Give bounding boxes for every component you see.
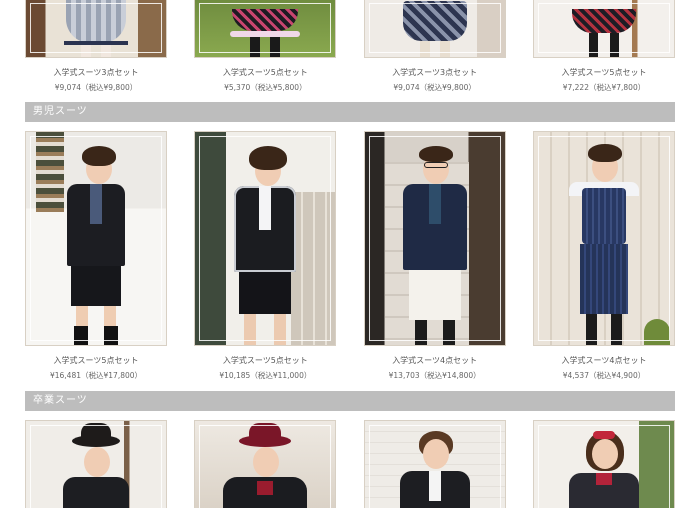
product-card[interactable]: 入学式スーツ4点セット ¥4,537（税込¥4,900） — [532, 131, 675, 381]
product-card[interactable]: 入学式スーツ5点セット ¥5,370（税込¥5,800） — [194, 0, 337, 93]
product-photo[interactable] — [194, 420, 337, 508]
product-photo[interactable] — [25, 420, 167, 508]
product-card[interactable]: 入学式スーツ5点セット ¥16,481（税込¥17,800） — [25, 131, 167, 381]
product-card[interactable] — [194, 420, 337, 508]
product-card[interactable] — [532, 420, 675, 508]
product-price: ¥9,074（税込¥9,800） — [54, 83, 138, 92]
product-photo[interactable] — [363, 0, 506, 58]
product-photo[interactable] — [532, 0, 675, 58]
product-name[interactable]: 入学式スーツ5点セット — [194, 67, 336, 78]
product-name[interactable]: 入学式スーツ5点セット — [194, 355, 336, 366]
product-card[interactable]: 入学式スーツ5点セット ¥10,185（税込¥11,000） — [194, 131, 337, 381]
product-photo[interactable] — [363, 131, 506, 346]
product-price: ¥9,074（税込¥9,800） — [393, 83, 476, 92]
product-row-girls: 入学式スーツ3点セット ¥9,074（税込¥9,800） 入学式スーツ5点セット… — [25, 0, 675, 93]
product-photo[interactable] — [194, 131, 337, 346]
product-photo[interactable] — [363, 420, 506, 508]
section-header-boys-suits: 男児スーツ — [25, 102, 675, 122]
product-name[interactable]: 入学式スーツ5点セット — [533, 67, 675, 78]
product-price: ¥13,703（税込¥14,800） — [388, 371, 481, 380]
product-card[interactable]: 入学式スーツ4点セット ¥13,703（税込¥14,800） — [363, 131, 506, 381]
product-photo[interactable] — [532, 420, 675, 508]
product-price: ¥16,481（税込¥17,800） — [49, 371, 143, 380]
product-price: ¥5,370（税込¥5,800） — [224, 83, 307, 92]
product-name[interactable]: 入学式スーツ3点セット — [25, 67, 167, 78]
product-price: ¥4,537（税込¥4,900） — [562, 371, 646, 380]
product-card[interactable] — [25, 420, 167, 508]
product-card[interactable] — [363, 420, 506, 508]
product-card[interactable]: 入学式スーツ5点セット ¥7,222（税込¥7,800） — [532, 0, 675, 93]
product-name[interactable]: 入学式スーツ4点セット — [533, 355, 675, 366]
product-card[interactable]: 入学式スーツ3点セット ¥9,074（税込¥9,800） — [363, 0, 506, 93]
product-name[interactable]: 入学式スーツ4点セット — [364, 355, 506, 366]
product-photo[interactable] — [25, 131, 167, 346]
product-photo[interactable] — [25, 0, 167, 58]
product-photo[interactable] — [532, 131, 675, 346]
product-name[interactable]: 入学式スーツ5点セット — [25, 355, 167, 366]
product-price: ¥7,222（税込¥7,800） — [562, 83, 646, 92]
product-row-boys: 入学式スーツ5点セット ¥16,481（税込¥17,800） 入学式スーツ5点セ… — [25, 131, 675, 381]
section-header-graduation-suits: 卒業スーツ — [25, 391, 675, 411]
product-price: ¥10,185（税込¥11,000） — [219, 371, 312, 380]
product-photo[interactable] — [194, 0, 337, 58]
product-name[interactable]: 入学式スーツ3点セット — [364, 67, 506, 78]
product-row-graduation — [25, 420, 675, 508]
product-card[interactable]: 入学式スーツ3点セット ¥9,074（税込¥9,800） — [25, 0, 167, 93]
